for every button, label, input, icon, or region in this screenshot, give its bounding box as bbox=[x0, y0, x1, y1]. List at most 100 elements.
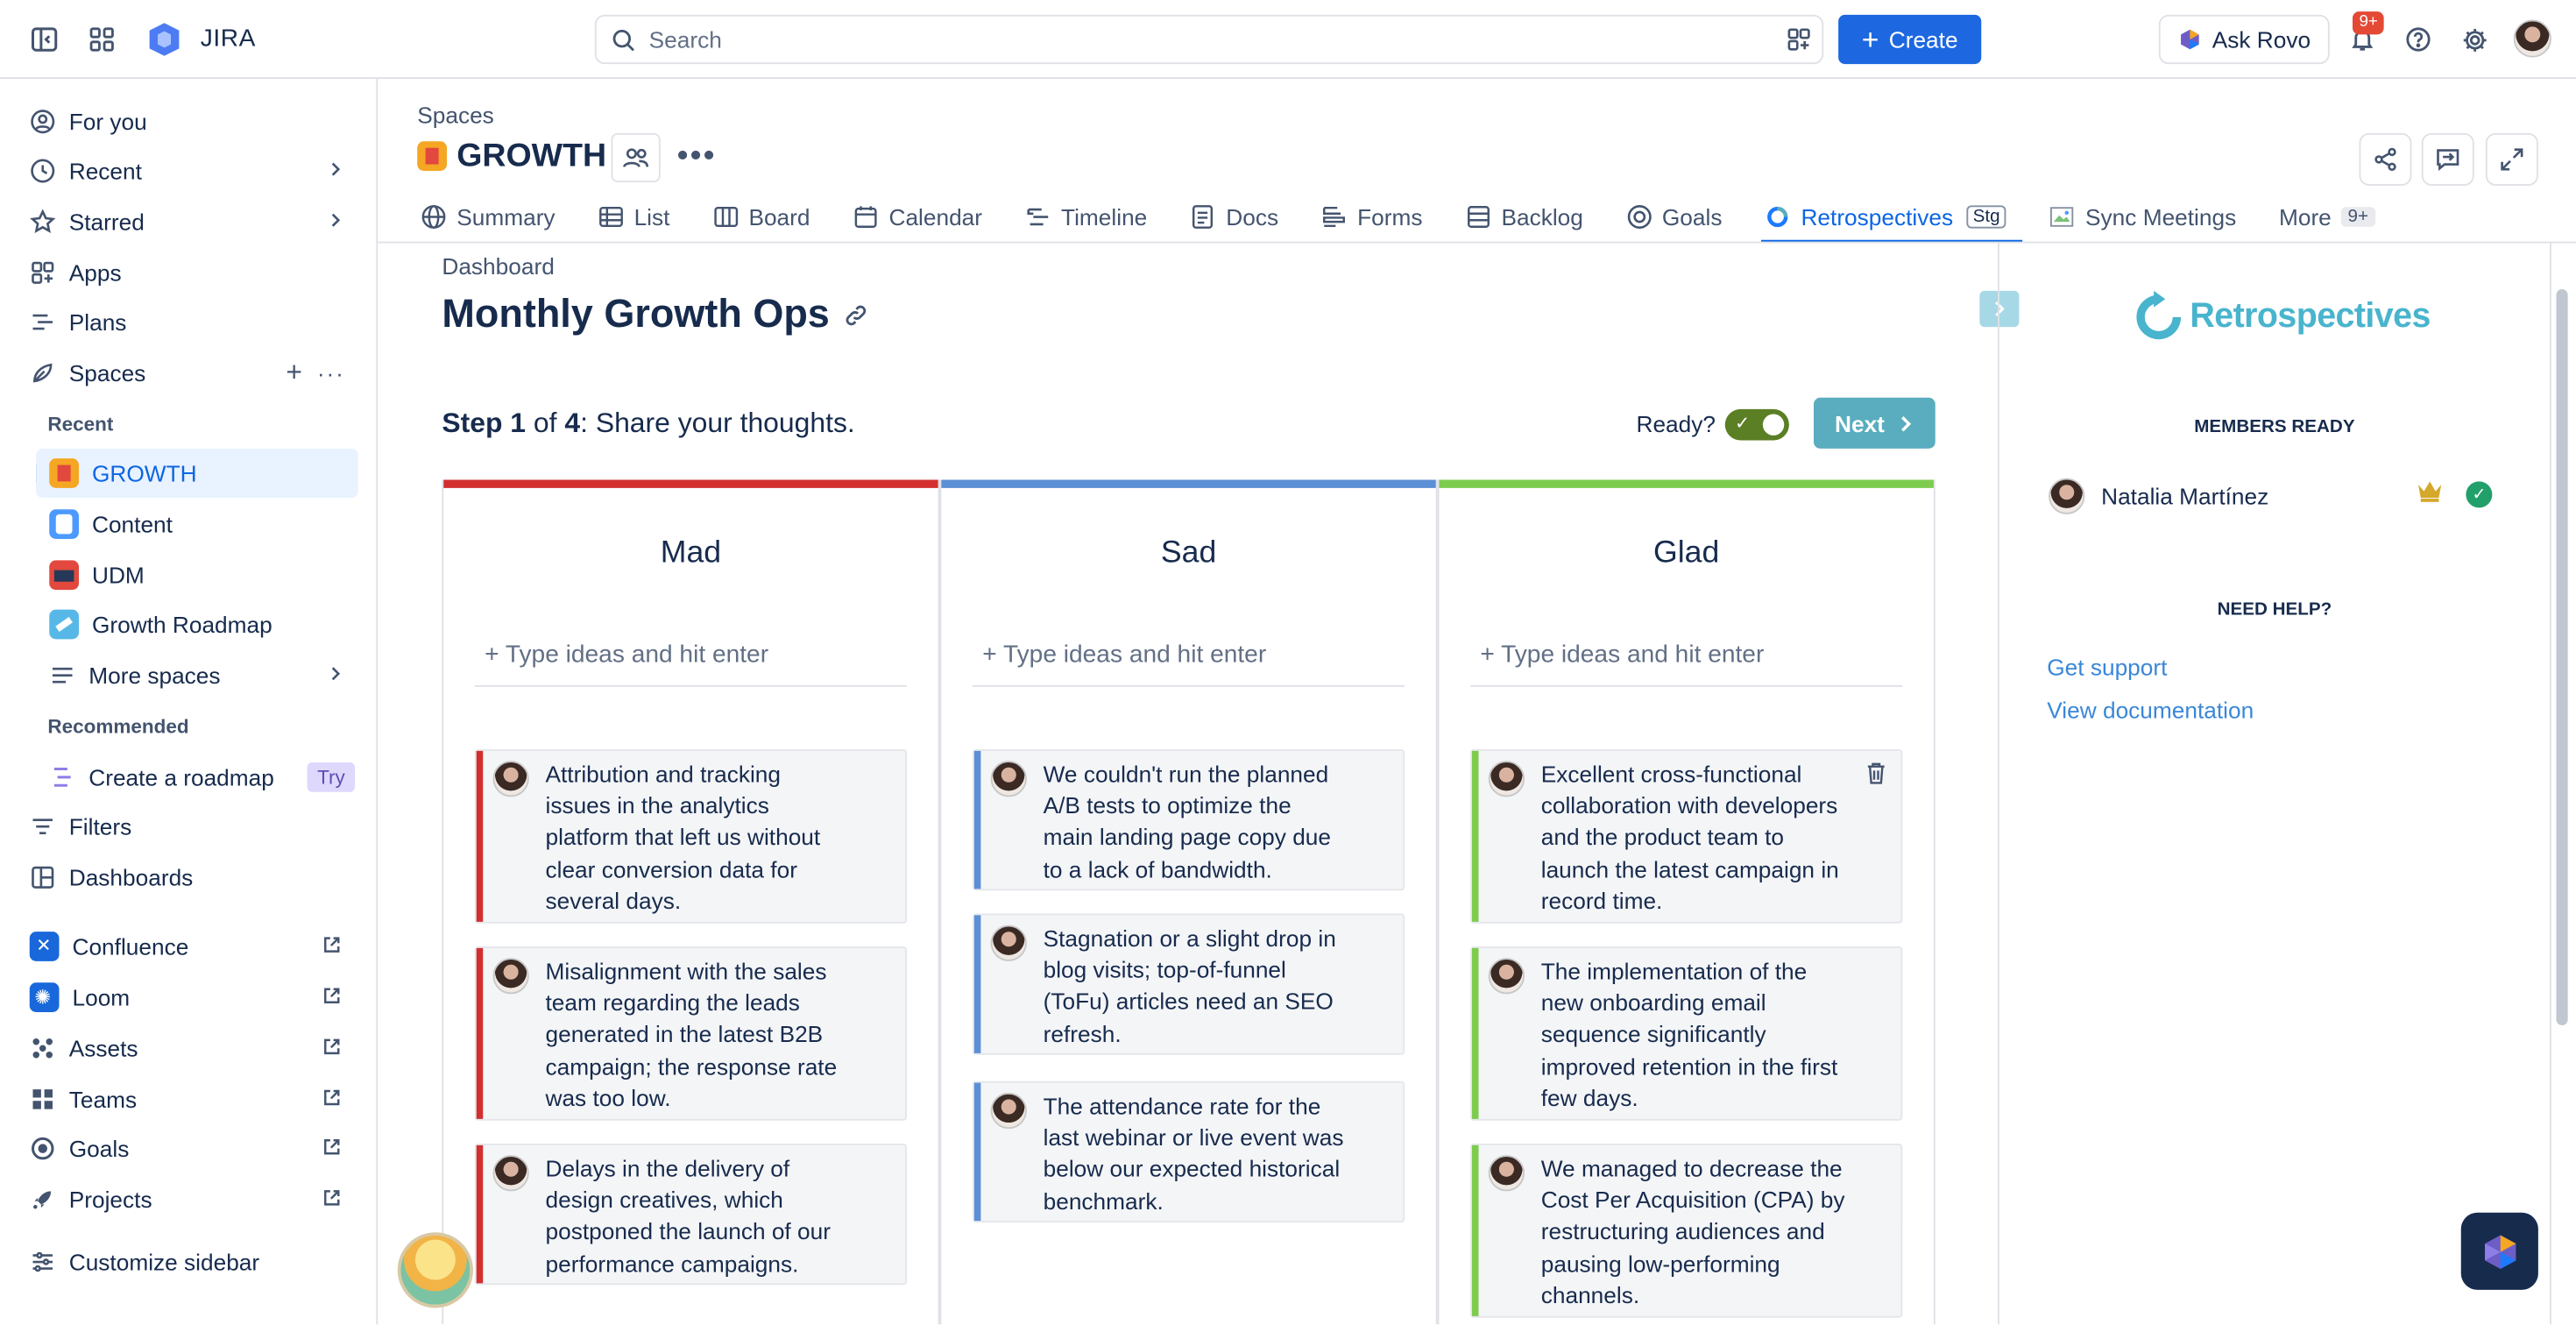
link-icon[interactable] bbox=[843, 302, 869, 329]
tab-timeline[interactable]: Timeline bbox=[1022, 192, 1150, 241]
dashboard-label[interactable]: Dashboard bbox=[442, 253, 554, 280]
confluence-icon: ✕ bbox=[29, 932, 60, 961]
customize-sidebar-label: Customize sidebar bbox=[68, 1249, 260, 1275]
retro-card[interactable]: Misalignment with the sales team regardi… bbox=[474, 946, 907, 1121]
feedback-icon[interactable] bbox=[2421, 132, 2474, 186]
next-button[interactable]: Next bbox=[1814, 397, 1936, 449]
tab-label: Goals bbox=[1661, 203, 1723, 230]
user-avatar[interactable] bbox=[2513, 19, 2551, 58]
filter-icon bbox=[30, 813, 56, 840]
sidebar-app-goals[interactable]: Goals bbox=[13, 1124, 358, 1173]
next-label: Next bbox=[1835, 409, 1885, 436]
more-options-icon[interactable]: ··· bbox=[317, 360, 345, 386]
sidebar-create-roadmap[interactable]: Create a roadmap Try bbox=[36, 753, 358, 802]
ask-rovo-button[interactable]: Ask Rovo bbox=[2158, 14, 2330, 65]
retro-card[interactable]: Attribution and tracking issues in the a… bbox=[474, 749, 907, 924]
sidebar-item-spaces[interactable]: Spaces + ··· bbox=[13, 349, 358, 398]
sidebar-app-teams[interactable]: Teams bbox=[13, 1074, 358, 1123]
sidebar-item-for-you[interactable]: For you bbox=[13, 97, 358, 146]
sidebar-more-spaces[interactable]: More spaces bbox=[36, 651, 358, 700]
space-label: Content bbox=[92, 511, 173, 538]
tab-backlog[interactable]: Backlog bbox=[1461, 192, 1586, 241]
column-title: Glad bbox=[1653, 535, 1720, 570]
retro-card[interactable]: The implementation of the new onboarding… bbox=[1470, 946, 1903, 1121]
create-roadmap-label: Create a roadmap bbox=[88, 763, 274, 790]
sidebar-space-growth-roadmap[interactable]: Growth Roadmap bbox=[36, 599, 358, 648]
beach-avatar-icon[interactable] bbox=[397, 1232, 473, 1308]
retrospectives-logo-icon bbox=[2131, 289, 2187, 345]
tab-label: List bbox=[633, 203, 670, 230]
sidebar-space-growth[interactable]: GROWTH bbox=[36, 448, 358, 499]
create-button[interactable]: + Create bbox=[1838, 14, 1982, 65]
sidebar-item-label: Loom bbox=[72, 984, 131, 1011]
space-label: UDM bbox=[92, 562, 145, 589]
sidebar-app-assets[interactable]: Assets bbox=[13, 1024, 358, 1073]
logo-text: Retrospectives bbox=[2190, 297, 2431, 336]
sidebar-space-content[interactable]: Content bbox=[36, 500, 358, 549]
breadcrumb-spaces[interactable]: Spaces bbox=[417, 102, 494, 128]
people-icon[interactable] bbox=[611, 132, 661, 183]
tab-forms[interactable]: Forms bbox=[1318, 192, 1426, 241]
sidebar-item-apps[interactable]: Apps bbox=[13, 248, 358, 297]
retro-card[interactable]: The attendance rate for the last webinar… bbox=[973, 1081, 1405, 1222]
sidebar-app-confluence[interactable]: ✕ Confluence bbox=[13, 922, 358, 971]
retro-card[interactable]: Delays in the delivery of design creativ… bbox=[474, 1144, 907, 1286]
tab-label: Calendar bbox=[888, 203, 983, 230]
search-filter-icon[interactable] bbox=[1786, 26, 1812, 53]
view-documentation-link[interactable]: View documentation bbox=[2047, 697, 2254, 723]
list-table-icon bbox=[598, 204, 624, 230]
try-badge[interactable]: Try bbox=[307, 762, 355, 792]
tab-summary[interactable]: Summary bbox=[417, 192, 558, 241]
sidebar-item-dashboards[interactable]: Dashboards bbox=[13, 853, 358, 902]
sidebar-item-recent[interactable]: Recent bbox=[13, 146, 358, 195]
sidebar-customize[interactable]: Customize sidebar bbox=[13, 1237, 358, 1286]
tab-calendar[interactable]: Calendar bbox=[849, 192, 985, 241]
ready-toggle[interactable]: ✓ bbox=[1724, 408, 1789, 441]
card-color-bar bbox=[973, 1082, 981, 1222]
retro-card[interactable]: We managed to decrease the Cost Per Acqu… bbox=[1470, 1144, 1903, 1318]
apps-icon bbox=[30, 259, 56, 286]
share-icon[interactable] bbox=[2359, 132, 2412, 186]
sidebar-item-label: Assets bbox=[68, 1035, 138, 1062]
tab-list[interactable]: List bbox=[595, 192, 674, 241]
content-space-icon bbox=[49, 509, 79, 539]
idea-input[interactable]: + Type ideas and hit enter bbox=[1470, 641, 1903, 687]
sidebar-item-starred[interactable]: Starred bbox=[13, 197, 358, 246]
trash-icon[interactable] bbox=[1865, 761, 1887, 794]
retro-card[interactable]: Stagnation or a slight drop in blog visi… bbox=[973, 913, 1405, 1055]
add-space-icon[interactable]: + bbox=[286, 357, 302, 390]
tab-docs[interactable]: Docs bbox=[1186, 192, 1282, 241]
retro-card[interactable]: Excellent cross-functional collaboration… bbox=[1470, 749, 1903, 924]
tab-retrospectives[interactable]: Retrospectives Stg bbox=[1761, 192, 2024, 244]
recommended-heading: Recommended bbox=[47, 714, 189, 738]
tab-goals[interactable]: Goals bbox=[1623, 192, 1725, 241]
rovo-chat-button[interactable] bbox=[2460, 1212, 2538, 1290]
sidebar-item-filters[interactable]: Filters bbox=[13, 802, 358, 851]
chevron-right-icon bbox=[325, 662, 345, 689]
sidebar-app-projects[interactable]: Projects bbox=[13, 1175, 358, 1224]
jira-logo-icon[interactable] bbox=[145, 20, 184, 60]
sidebar-app-loom[interactable]: ✺ Loom bbox=[13, 973, 358, 1022]
sidebar-item-label: For you bbox=[68, 108, 147, 135]
sidebar-toggle-icon[interactable] bbox=[25, 20, 64, 60]
retro-card[interactable]: We couldn't run the planned A/B tests to… bbox=[973, 749, 1405, 891]
search-input[interactable]: Search bbox=[594, 14, 1824, 65]
more-actions-icon[interactable]: ••• bbox=[677, 138, 717, 176]
tab-more[interactable]: More 9+ bbox=[2275, 192, 2378, 241]
tab-board[interactable]: Board bbox=[709, 192, 813, 241]
help-icon[interactable] bbox=[2399, 20, 2438, 60]
sidebar-item-plans[interactable]: Plans bbox=[13, 297, 358, 346]
column-title: Mad bbox=[660, 535, 722, 570]
idea-input[interactable]: + Type ideas and hit enter bbox=[973, 641, 1405, 687]
scrollbar-thumb[interactable] bbox=[2556, 289, 2568, 1025]
fullscreen-icon[interactable] bbox=[2485, 132, 2538, 186]
sidebar-space-udm[interactable]: UDM bbox=[36, 550, 358, 599]
idea-input[interactable]: + Type ideas and hit enter bbox=[474, 641, 907, 687]
app-title[interactable]: JIRA bbox=[201, 25, 256, 53]
app-switcher-icon[interactable] bbox=[82, 20, 122, 60]
get-support-link[interactable]: Get support bbox=[2047, 654, 2167, 680]
rovo-icon bbox=[2177, 28, 2200, 51]
settings-gear-icon[interactable] bbox=[2454, 20, 2494, 60]
plus-icon: + bbox=[1861, 23, 1879, 56]
tab-sync-meetings[interactable]: Sync Meetings bbox=[2046, 192, 2240, 241]
